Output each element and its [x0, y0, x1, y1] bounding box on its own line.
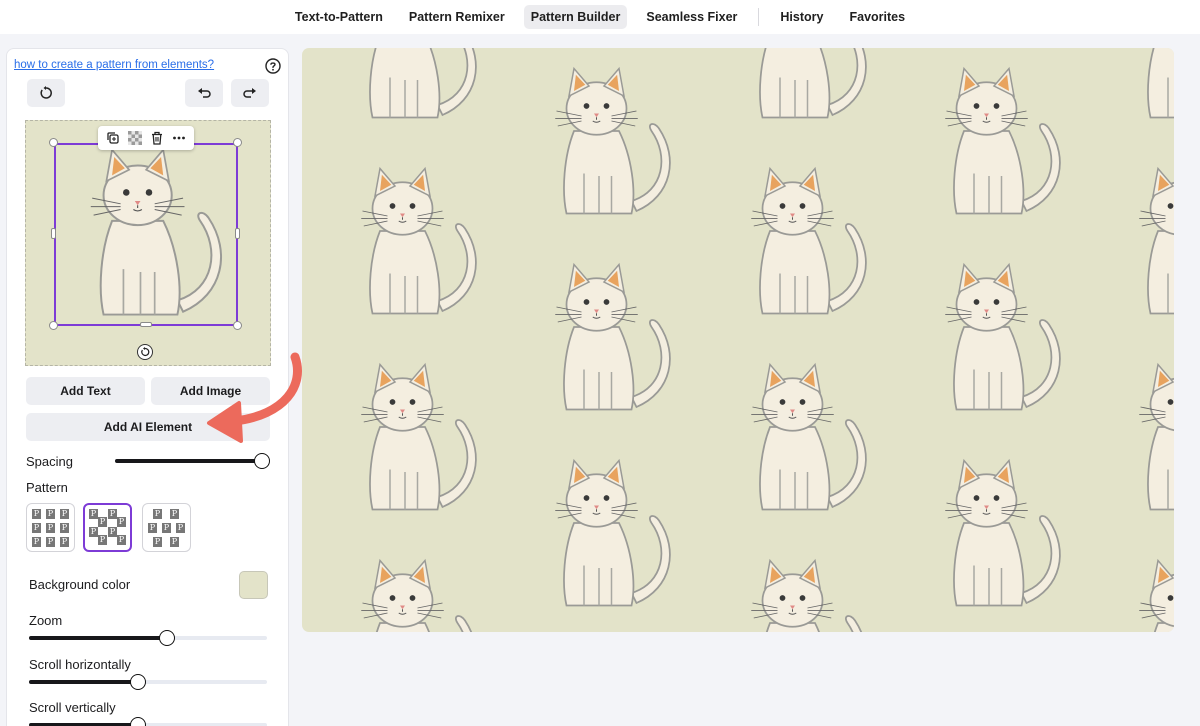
add-image-button[interactable]: Add Image — [151, 377, 270, 405]
resize-handle[interactable] — [140, 322, 152, 327]
rotate-reset-icon — [40, 86, 52, 99]
builder-sidebar: how to create a pattern from elements? A… — [6, 48, 289, 726]
resize-handle[interactable] — [235, 228, 240, 239]
resize-handle[interactable] — [49, 321, 58, 330]
zoom-slider-knob[interactable] — [159, 630, 176, 646]
pattern-thumb-chip: P — [60, 537, 69, 547]
nav-divider — [758, 8, 760, 26]
trash-icon[interactable] — [150, 131, 164, 145]
pattern-thumb-chip: P — [46, 537, 55, 547]
rotate-button[interactable] — [137, 344, 153, 360]
scroll-horizontal-slider[interactable] — [29, 674, 267, 690]
rotate-icon — [141, 347, 150, 357]
pattern-thumb-chip: P — [32, 523, 41, 533]
pattern-option-brick[interactable]: PPPPPPP — [142, 503, 191, 552]
pattern-canvas[interactable] — [302, 48, 1174, 632]
pattern-thumb-chip: P — [98, 517, 107, 527]
tab-favorites[interactable]: Favorites — [842, 5, 912, 29]
pattern-thumb-chip: P — [162, 523, 171, 533]
pattern-thumb-chip: P — [60, 523, 69, 533]
pattern-thumb-chip: P — [32, 537, 41, 547]
resize-handle[interactable] — [49, 138, 58, 147]
element-toolbar — [98, 126, 194, 150]
pattern-thumb-chip: P — [117, 535, 126, 545]
pattern-thumb-chip: P — [170, 537, 179, 547]
pattern-thumb-chip: P — [89, 509, 98, 519]
tab-pattern-builder[interactable]: Pattern Builder — [523, 5, 628, 29]
redo-icon — [243, 88, 256, 98]
scroll-horizontal-slider-knob[interactable] — [130, 674, 147, 690]
pattern-thumb-chip: P — [148, 523, 157, 533]
tab-pattern-remixer[interactable]: Pattern Remixer — [402, 5, 512, 29]
add-ai-element-button[interactable]: Add AI Element — [26, 413, 270, 441]
undo-button[interactable] — [185, 79, 223, 107]
pattern-thumb-chip: P — [170, 509, 179, 519]
add-text-button[interactable]: Add Text — [26, 377, 145, 405]
pattern-thumb-chip: P — [176, 523, 185, 533]
pattern-thumb-chip: P — [108, 527, 117, 537]
tab-seamless-fixer[interactable]: Seamless Fixer — [639, 5, 744, 29]
background-color-swatch[interactable] — [239, 571, 268, 599]
scroll-horizontal-label: Scroll horizontally — [29, 657, 131, 672]
resize-handle[interactable] — [233, 138, 242, 147]
spacing-slider-knob[interactable] — [254, 453, 270, 469]
pattern-thumb-chip: P — [117, 517, 126, 527]
pattern-thumb-chip: P — [98, 535, 107, 545]
top-nav: Text-to-Pattern Pattern Remixer Pattern … — [0, 0, 1200, 34]
checker-icon[interactable] — [128, 131, 142, 145]
scroll-vertical-slider-knob[interactable] — [130, 717, 147, 726]
more-dots-icon[interactable] — [172, 131, 186, 145]
help-link[interactable]: how to create a pattern from elements? — [14, 59, 214, 71]
pattern-label: Pattern — [26, 480, 68, 495]
pattern-thumb-chip: P — [153, 509, 162, 519]
pattern-thumb-chip: P — [46, 509, 55, 519]
pattern-thumb-chip: P — [60, 509, 69, 519]
duplicate-icon[interactable] — [106, 131, 120, 145]
zoom-label: Zoom — [29, 613, 63, 628]
pattern-thumb-chip: P — [46, 523, 55, 533]
pattern-option-grid[interactable]: PPPPPPPPP — [26, 503, 75, 552]
spacing-slider[interactable] — [115, 453, 270, 469]
tab-history[interactable]: History — [773, 5, 830, 29]
zoom-slider[interactable] — [29, 630, 267, 646]
pattern-preview — [302, 48, 1174, 632]
resize-handle[interactable] — [233, 321, 242, 330]
pattern-option-half-drop[interactable]: PPPPPPPP — [83, 503, 132, 552]
undo-icon — [198, 88, 211, 98]
pattern-thumb-chip: P — [89, 527, 98, 537]
spacing-label: Spacing — [26, 454, 73, 469]
question-circle-icon[interactable] — [265, 58, 281, 74]
pattern-thumb-chip: P — [153, 537, 162, 547]
pattern-thumb-chip: P — [108, 509, 117, 519]
selection-box[interactable] — [54, 143, 238, 326]
tab-text-to-pattern[interactable]: Text-to-Pattern — [288, 5, 390, 29]
scroll-vertical-label: Scroll vertically — [29, 700, 116, 715]
reset-button[interactable] — [27, 79, 65, 107]
resize-handle[interactable] — [51, 228, 56, 239]
background-color-label: Background color — [29, 577, 131, 592]
element-preview[interactable] — [25, 120, 271, 366]
pattern-thumb-chip: P — [32, 509, 41, 519]
redo-button[interactable] — [231, 79, 269, 107]
